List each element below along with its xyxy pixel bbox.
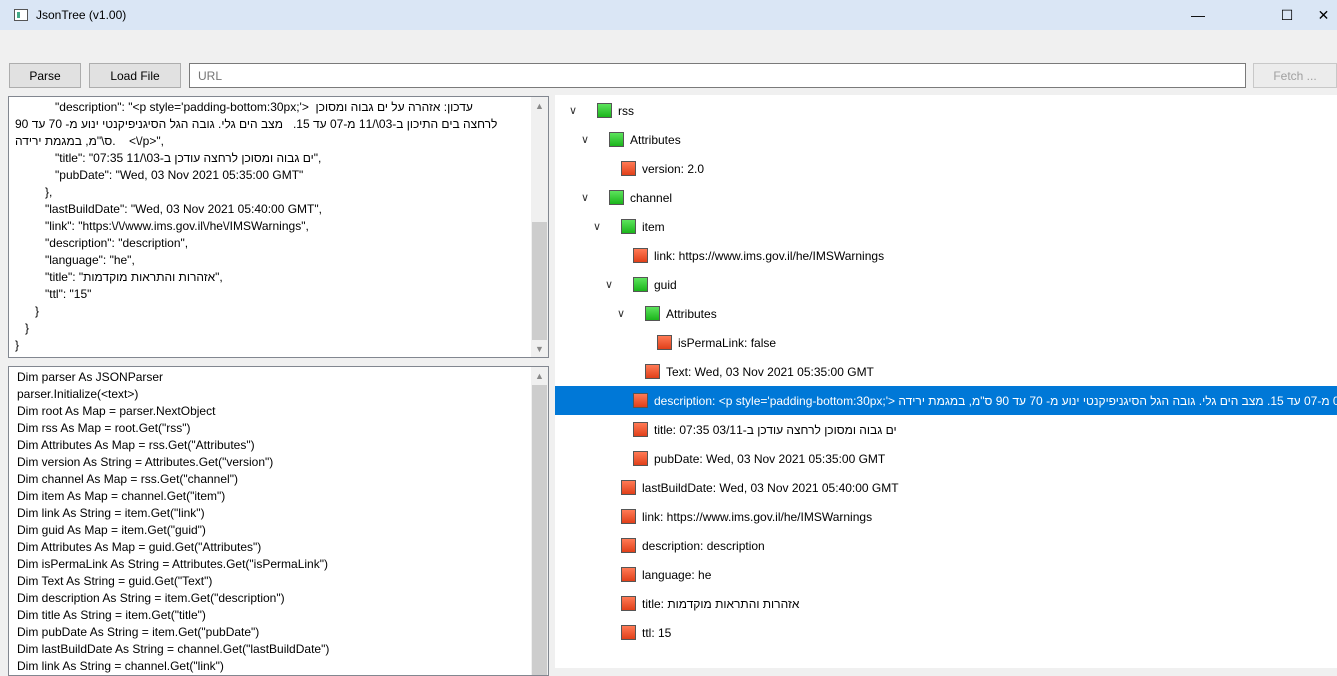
tree-node[interactable]: description: <p style='padding-bottom:30… [555, 386, 1337, 415]
chevron-down-icon[interactable]: ∨ [579, 133, 591, 146]
tree-node-label: Attributes [630, 132, 681, 147]
code-scrollbar[interactable]: ▲ [531, 367, 548, 675]
value-node-icon [621, 596, 636, 611]
tree-node-label: description: <p style='padding-bottom:30… [654, 393, 1337, 408]
tree-node[interactable]: version: 2.0 [555, 154, 1337, 183]
tree-node[interactable]: ∨ rss [555, 96, 1337, 125]
code-text[interactable]: Dim parser As JSONParser parser.Initiali… [9, 367, 548, 675]
tree-node[interactable]: pubDate: Wed, 03 Nov 2021 05:35:00 GMT [555, 444, 1337, 473]
tree-node-label: link: https://www.ims.gov.il/he/IMSWarni… [654, 248, 885, 263]
value-node-icon [621, 625, 636, 640]
url-input[interactable] [189, 63, 1246, 88]
app-icon [14, 9, 28, 21]
close-button[interactable]: ✕ [1310, 0, 1337, 30]
map-node-icon [597, 103, 612, 118]
scroll-thumb[interactable] [532, 222, 547, 340]
tree-node-label: link: https://www.ims.gov.il/he/IMSWarni… [642, 509, 873, 524]
tree-node[interactable]: lastBuildDate: Wed, 03 Nov 2021 05:40:00… [555, 473, 1337, 502]
value-node-icon [621, 509, 636, 524]
scroll-down-icon[interactable]: ▼ [531, 340, 548, 357]
value-node-icon [621, 567, 636, 582]
value-node-icon [621, 480, 636, 495]
json-tree[interactable]: ∨ rss ∨ Attributes version: 2.0 ∨ channel ∨ item… [555, 95, 1337, 668]
map-node-icon [645, 306, 660, 321]
map-node-icon [633, 277, 648, 292]
value-node-icon [621, 538, 636, 553]
load-file-button[interactable]: Load File [89, 63, 181, 88]
tree-node[interactable]: ttl: 15 [555, 618, 1337, 647]
chevron-down-icon[interactable]: ∨ [615, 307, 627, 320]
tree-node-label: isPermaLink: false [678, 335, 777, 350]
tree-node-label: item [642, 219, 665, 234]
parse-button[interactable]: Parse [9, 63, 81, 88]
chevron-down-icon[interactable]: ∨ [579, 191, 591, 204]
tree-node-label: ttl: 15 [642, 625, 672, 640]
chevron-down-icon[interactable]: ∨ [591, 220, 603, 233]
tree-node-label: channel [630, 190, 673, 205]
map-node-icon [621, 219, 636, 234]
tree-node-label: title: ים גבוה ומסוכן לרחצה עודכן ב-03/1… [654, 422, 897, 437]
tree-node-label: Text: Wed, 03 Nov 2021 05:35:00 GMT [666, 364, 874, 379]
tree-node-label: Attributes [666, 306, 717, 321]
json-text-panel[interactable]: "description": "<p style='padding-bottom… [8, 96, 549, 358]
tree-node-label: guid [654, 277, 677, 292]
tree-node[interactable]: ∨ Attributes [555, 299, 1337, 328]
maximize-button[interactable]: ☐ [1264, 0, 1310, 30]
window-title: JsonTree (v1.00) [36, 8, 127, 22]
chevron-down-icon[interactable]: ∨ [603, 278, 615, 291]
tree-node[interactable]: ∨ channel [555, 183, 1337, 212]
tree-node[interactable]: ∨ item [555, 212, 1337, 241]
fetch-button[interactable]: Fetch ... [1253, 63, 1337, 88]
json-scrollbar[interactable]: ▲ ▼ [531, 97, 548, 357]
tree-node-label: version: 2.0 [642, 161, 705, 176]
tree-node-label: lastBuildDate: Wed, 03 Nov 2021 05:40:00… [642, 480, 899, 495]
map-node-icon [609, 132, 624, 147]
scroll-thumb[interactable] [532, 385, 547, 675]
chevron-down-icon[interactable]: ∨ [567, 104, 579, 117]
json-text[interactable]: "description": "<p style='padding-bottom… [9, 97, 548, 356]
tree-node[interactable]: title: אזהרות והתראות מוקדמות [555, 589, 1337, 618]
tree-node-label: language: he [642, 567, 712, 582]
tree-node[interactable]: Text: Wed, 03 Nov 2021 05:35:00 GMT [555, 357, 1337, 386]
scroll-up-icon[interactable]: ▲ [531, 367, 548, 384]
tree-node[interactable]: language: he [555, 560, 1337, 589]
value-node-icon [633, 248, 648, 263]
tree-node-label: description: description [642, 538, 765, 553]
value-node-icon [645, 364, 660, 379]
value-node-icon [633, 451, 648, 466]
tree-node-label: pubDate: Wed, 03 Nov 2021 05:35:00 GMT [654, 451, 886, 466]
value-node-icon [633, 422, 648, 437]
value-node-icon [657, 335, 672, 350]
map-node-icon [609, 190, 624, 205]
tree-node[interactable]: isPermaLink: false [555, 328, 1337, 357]
value-node-icon [633, 393, 648, 408]
tree-node[interactable]: title: ים גבוה ומסוכן לרחצה עודכן ב-03/1… [555, 415, 1337, 444]
tree-node[interactable]: ∨ Attributes [555, 125, 1337, 154]
tree-node[interactable]: ∨ guid [555, 270, 1337, 299]
code-panel[interactable]: Dim parser As JSONParser parser.Initiali… [8, 366, 549, 676]
scroll-up-icon[interactable]: ▲ [531, 97, 548, 114]
value-node-icon [621, 161, 636, 176]
tree-node[interactable]: link: https://www.ims.gov.il/he/IMSWarni… [555, 502, 1337, 531]
tree-node-label: rss [618, 103, 634, 118]
title-bar: JsonTree (v1.00) — ☐ ✕ [0, 0, 1337, 30]
tree-node[interactable]: link: https://www.ims.gov.il/he/IMSWarni… [555, 241, 1337, 270]
tree-node[interactable]: description: description [555, 531, 1337, 560]
minimize-button[interactable]: — [1175, 0, 1221, 30]
tree-node-label: title: אזהרות והתראות מוקדמות [642, 596, 800, 611]
